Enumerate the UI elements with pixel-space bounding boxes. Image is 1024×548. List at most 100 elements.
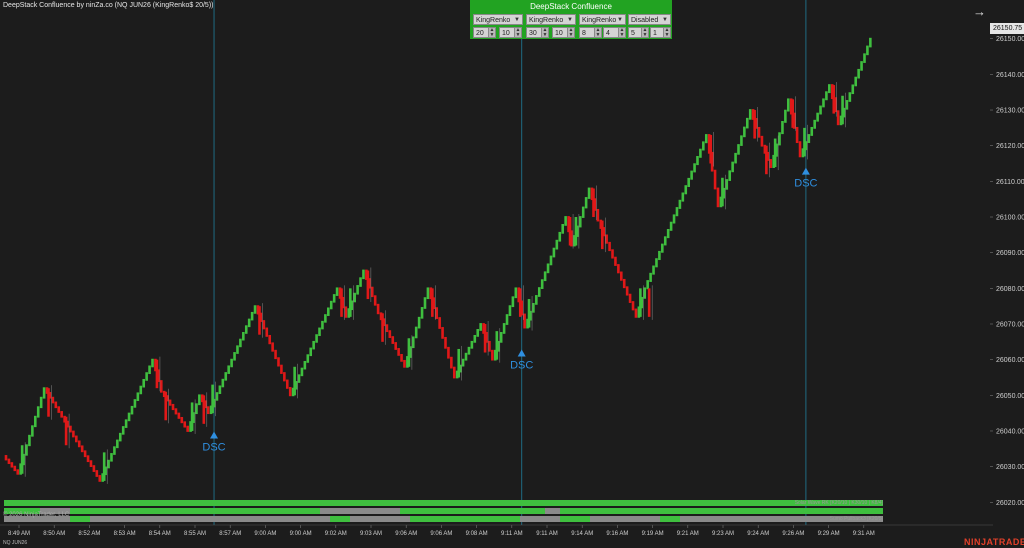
spinner-icon[interactable]: ▲ ▼ (488, 28, 495, 37)
time-axis[interactable]: 8:49 AM 8:50 AM 8:52 AM 8:53 AM 8:54 AM 8:55 … (0, 524, 993, 537)
renko-brick (327, 307, 330, 316)
input-value: 10 (555, 30, 563, 37)
spinner-icon[interactable]: ▲ ▼ (641, 28, 648, 37)
renko-brick (675, 207, 679, 217)
renko-brick (684, 185, 688, 195)
reversal-brick (841, 95, 844, 125)
period-input-5[interactable]: 8 ▲ ▼ (579, 27, 602, 38)
renko-brick (628, 293, 632, 303)
renko-brick (450, 356, 453, 369)
reversal-brick (457, 348, 461, 378)
renko-brick (784, 109, 787, 123)
renko-brick (605, 234, 608, 244)
price-axis[interactable]: 26150.00 26140.00 26130.00 26120.00 26110.00… (990, 36, 1024, 507)
renko-brick (740, 135, 743, 146)
renko-brick (335, 287, 339, 296)
period-input-6[interactable]: 4 ▲ ▼ (603, 27, 626, 38)
panel-title: DeepStack Confluence (530, 2, 612, 11)
renko-brick (452, 366, 456, 379)
x-tick-label: 9:00 AM (254, 531, 276, 537)
signal-label: DSC (510, 360, 533, 372)
reversal-brick (527, 299, 531, 328)
reversal-brick (190, 402, 194, 431)
renko-brick (403, 359, 406, 368)
renko-brick (734, 152, 737, 164)
renko-brick (596, 208, 600, 222)
reversal-brick (155, 359, 159, 389)
spinner-icon[interactable]: ▲ ▼ (594, 28, 601, 37)
renko-brick (745, 117, 749, 129)
renko-brick (250, 311, 254, 321)
renko-brick (297, 374, 301, 383)
reversal-brick (753, 110, 756, 139)
x-tick-label: 9:02 AM (325, 531, 347, 537)
spinner-icon[interactable]: ▲ ▼ (618, 28, 625, 37)
spinner-icon[interactable]: ▲ ▼ (541, 28, 548, 37)
reversal-brick (258, 306, 261, 335)
period-input-1[interactable]: 20 ▲ ▼ (473, 27, 496, 38)
renko-brick (631, 301, 635, 311)
renko-brick (713, 169, 717, 190)
renko-brick (731, 161, 734, 173)
renko-brick (696, 155, 699, 166)
renko-brick (242, 332, 245, 341)
y-tick-label: 26020.00 (996, 500, 1024, 507)
renko-brick (828, 84, 831, 94)
data-series-dropdown-1[interactable]: KingRenko ▼ (473, 14, 523, 25)
renko-brick (757, 126, 761, 138)
dropdown-value: Disabled (631, 17, 659, 24)
renko-brick (558, 231, 562, 242)
input-value: 20 (476, 30, 484, 37)
renko-brick (505, 314, 509, 325)
renko-brick (423, 297, 427, 309)
renko-brick (819, 105, 822, 115)
renko-brick (625, 286, 629, 296)
data-series-dropdown-3[interactable]: KingRenko ▼ (579, 14, 626, 25)
reversal-brick (47, 388, 50, 417)
renko-brick (274, 349, 277, 360)
data-series-dropdown-2[interactable]: KingRenko ▼ (526, 14, 576, 25)
renko-brick (816, 112, 819, 122)
renko-brick (142, 378, 146, 388)
renko-brick (778, 132, 781, 146)
x-tick-label: 9:14 AM (571, 531, 593, 537)
period-input-2[interactable]: 10 ▲ ▼ (499, 27, 522, 38)
signal-up-arrow-icon (517, 349, 526, 357)
reversal-brick (791, 99, 795, 128)
strip-segment (70, 516, 90, 522)
arrow-right-icon[interactable]: → (973, 4, 986, 19)
strip-segment (330, 516, 350, 522)
renko-brick (634, 308, 638, 318)
reversal-brick (431, 288, 434, 317)
renko-brick (7, 458, 11, 464)
reversal-brick (600, 220, 604, 250)
spinner-icon[interactable]: ▲ ▼ (663, 28, 670, 37)
renko-brick (51, 396, 55, 404)
spinner-icon[interactable]: ▲ ▼ (567, 28, 574, 37)
y-tick-label: 26030.00 (996, 464, 1024, 471)
period-input-8[interactable]: 1 ▲ ▼ (650, 27, 671, 38)
input-value: 10 (502, 30, 510, 37)
strip-label-easy-trend: Easy Trend [K20/10 | K30/10 | K8/4] (803, 508, 883, 514)
reversal-brick (639, 288, 642, 317)
y-tick-label: 26140.00 (996, 72, 1024, 79)
reversal-brick (647, 288, 651, 317)
renko-brick (523, 313, 526, 329)
period-input-3[interactable]: 30 ▲ ▼ (526, 27, 549, 38)
period-input-4[interactable]: 10 ▲ ▼ (552, 27, 575, 38)
renko-brick (508, 305, 512, 316)
renko-brick (244, 325, 248, 334)
data-series-dropdown-4[interactable]: Disabled ▼ (628, 14, 671, 25)
y-tick-label: 26090.00 (996, 250, 1024, 257)
signal-label: DSC (202, 442, 225, 454)
renko-brick (564, 216, 567, 226)
renko-brick (655, 258, 658, 268)
reversal-brick (765, 145, 768, 175)
renko-brick (10, 462, 14, 468)
renko-brick (690, 170, 693, 180)
spinner-icon[interactable]: ▲ ▼ (514, 28, 521, 37)
period-input-7[interactable]: 5 ▲ ▼ (628, 27, 649, 38)
renko-brick (198, 394, 201, 406)
instrument-label: NQ JUN26 (3, 540, 28, 546)
renko-brick (233, 352, 236, 361)
